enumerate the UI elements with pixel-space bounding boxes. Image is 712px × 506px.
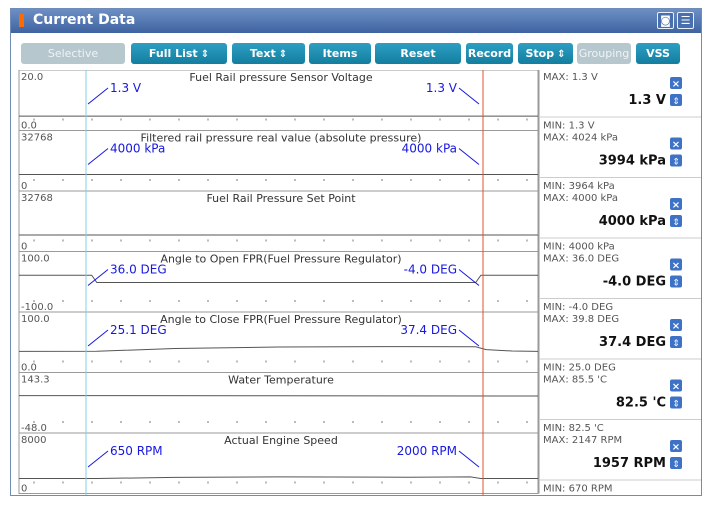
min-value: MIN: 82.5 'C [543,423,604,434]
reorder-icon-glyph: ⇕ [672,158,680,168]
y-max-label: 100.0 [21,254,50,265]
dropdown-arrow-icon: ⇕ [200,49,210,60]
dropdown-arrow-icon: ⇕ [557,49,566,60]
stop-label: Stop [525,47,555,60]
toolbar: Selective Display⇕ Full List⇕ Text⇕ Item… [11,33,701,81]
max-value: MAX: 2147 RPM [543,435,622,446]
left-cursor-annotation: 1.3 V [110,81,142,95]
current-value: 1957 RPM [593,456,666,471]
menu-icon[interactable]: ☰ [677,12,694,29]
left-cursor-annotation: 36.0 DEG [110,263,167,277]
right-cursor-annotation: 4000 kPa [402,142,457,156]
y-max-label: 32768 [21,193,53,204]
y-min-label: -100.0 [21,302,53,313]
current-data-window: Current Data ◙ ☰ Selective Display⇕ Full… [10,8,702,496]
min-value: MIN: 670 RPM [543,484,612,495]
window-title: Current Data [33,12,136,28]
current-value: -4.0 DEG [603,275,666,290]
y-max-label: 100.0 [21,314,50,325]
reset-minmax-button[interactable]: Reset Min.Max [375,43,461,81]
graph-panels: 20.0 0.0 Fuel Rail pressure Sensor Voltage… [18,69,701,495]
y-min-label: 0 [21,484,27,495]
dropdown-arrow-icon: ⇕ [278,49,288,60]
min-value: MIN: -4.0 DEG [543,302,613,313]
current-value: 37.4 DEG [599,335,666,350]
items-list-dropdown[interactable]: Items List⇕ [309,43,371,81]
parameter-name: Actual Engine Speed [224,434,338,447]
reorder-icon-glyph: ⇕ [672,279,680,289]
left-cursor-annotation: 4000 kPa [110,142,165,156]
record-button[interactable]: Record [466,43,513,64]
remove-icon-glyph: × [672,321,680,332]
full-list-label: Full List [148,47,198,60]
max-value: MAX: 1.3 V [543,72,598,83]
y-max-label: 32768 [21,133,53,144]
reorder-icon-glyph: ⇕ [672,218,680,228]
y-min-label: 0 [21,181,27,192]
min-value: MIN: 1.3 V [543,121,595,132]
text-dropdown[interactable]: Text ⇕ [232,43,305,64]
max-value: MAX: 4024 kPa [543,133,618,144]
full-list-dropdown[interactable]: Full List ⇕ [131,43,227,64]
reorder-icon-glyph: ⇕ [672,460,680,470]
min-value: MIN: 3964 kPa [543,181,615,192]
current-value: 3994 kPa [599,154,666,169]
remove-icon-glyph: × [672,442,680,453]
parameter-name: Angle to Close FPR(Fuel Pressure Regulat… [160,313,402,326]
reorder-icon-glyph: ⇕ [672,97,680,107]
y-min-label: 0.0 [21,363,37,374]
parameter-name: Fuel Rail pressure Sensor Voltage [189,71,372,84]
right-cursor-annotation: 2000 RPM [397,444,457,458]
y-max-label: 20.0 [21,72,43,83]
parameter-name: Angle to Open FPR(Fuel Pressure Regulato… [160,253,401,266]
y-min-label: -48.0 [21,423,47,434]
remove-icon-glyph: × [672,382,680,393]
parameter-name: Fuel Rail Pressure Set Point [206,192,356,205]
left-cursor-annotation: 650 RPM [110,444,163,458]
remove-icon-glyph: × [672,140,680,151]
y-min-label: 0 [21,242,27,253]
max-value: MAX: 39.8 DEG [543,314,619,325]
grouping-button[interactable]: Grouping [577,43,631,64]
parameter-name: Water Temperature [228,374,334,387]
right-cursor-annotation: 1.3 V [426,81,458,95]
max-value: MAX: 85.5 'C [543,375,607,386]
y-min-label: 0.0 [21,121,37,132]
title-bar: Current Data ◙ ☰ [11,9,701,33]
stop-dropdown[interactable]: Stop ⇕ [518,43,573,64]
capture-icon[interactable]: ◙ [657,12,674,29]
current-value: 1.3 V [628,93,666,108]
left-cursor-annotation: 25.1 DEG [110,323,167,337]
reorder-icon-glyph: ⇕ [672,339,680,349]
min-value: MIN: 25.0 DEG [543,363,616,374]
remove-icon-glyph: × [672,200,680,211]
max-value: MAX: 4000 kPa [543,193,618,204]
current-value: 82.5 'C [616,396,666,411]
y-max-label: 143.3 [21,375,50,386]
selective-display-dropdown[interactable]: Selective Display⇕ [21,43,125,81]
remove-icon-glyph: × [672,79,680,90]
parameter-name: Filtered rail pressure real value (absol… [141,132,422,145]
reorder-icon-glyph: ⇕ [672,400,680,410]
right-cursor-annotation: -4.0 DEG [404,263,457,277]
max-value: MAX: 36.0 DEG [543,254,619,265]
remove-icon-glyph: × [672,261,680,272]
text-label: Text [249,47,276,60]
right-cursor-annotation: 37.4 DEG [400,323,457,337]
title-marker-icon [19,14,24,27]
vss-button[interactable]: VSS [636,43,680,64]
current-value: 4000 kPa [599,214,666,229]
min-value: MIN: 4000 kPa [543,242,615,253]
graph-area: 20.0 0.0 Fuel Rail pressure Sensor Voltage… [11,69,701,495]
y-max-label: 8000 [21,435,46,446]
